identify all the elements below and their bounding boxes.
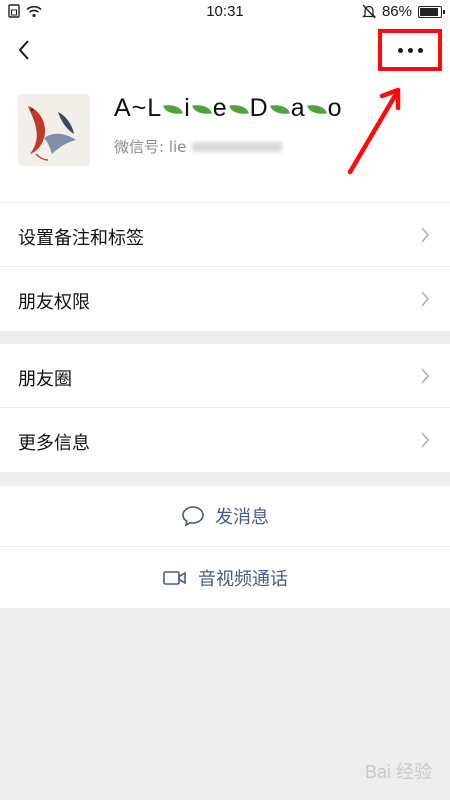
menu-item-friend-permissions[interactable]: 朋友权限 [0, 267, 450, 331]
chat-bubble-icon [182, 506, 204, 527]
chevron-left-icon[interactable] [14, 38, 36, 62]
more-dots-icon [397, 47, 403, 53]
wechat-id-redacted [192, 141, 283, 152]
menu-item-label: 朋友圈 [18, 369, 72, 390]
menu-item-label: 朋友权限 [18, 292, 90, 313]
name-part: a [290, 94, 306, 122]
leaf-icon [306, 102, 327, 117]
wechat-id-label: 微信号: lie [114, 138, 187, 156]
nav-bar [0, 24, 450, 80]
profile-header: A~L i e Da o 微信号: lie [0, 80, 450, 202]
watermark: Bai 经验 [364, 762, 432, 782]
leaf-icon [269, 102, 290, 117]
menu-item-moments[interactable]: 朋友圈 [0, 344, 450, 408]
chevron-right-icon [421, 368, 430, 384]
chevron-right-icon [421, 291, 430, 307]
status-right: 86% [361, 3, 445, 20]
leaf-icon [191, 102, 212, 117]
menu-group-settings: 设置备注和标签 朋友权限 [0, 203, 450, 331]
action-group: 发消息 音视频通话 [0, 486, 450, 608]
wechat-id: 微信号: lie [114, 136, 283, 157]
mute-bell-icon [361, 4, 376, 19]
avatar[interactable] [18, 94, 90, 166]
name-part: D [249, 94, 269, 122]
send-message-label: 发消息 [215, 507, 269, 528]
menu-item-label: 更多信息 [18, 433, 90, 454]
name-part: i [184, 94, 191, 122]
av-call-label: 音视频通话 [198, 568, 288, 590]
chevron-right-icon [421, 227, 430, 243]
av-call-button[interactable]: 音视频通话 [0, 547, 450, 608]
battery-icon [418, 5, 445, 18]
leaf-icon [163, 102, 184, 117]
send-message-button[interactable]: 发消息 [0, 486, 450, 547]
battery-percent: 86% [381, 3, 412, 20]
name-part: o [327, 94, 343, 122]
chevron-right-icon [421, 432, 430, 448]
more-dots-icon [407, 47, 413, 53]
leaf-icon [228, 102, 249, 117]
menu-item-more-info[interactable]: 更多信息 [0, 408, 450, 472]
name-part: e [212, 94, 228, 122]
status-bar: 10:31 86% [0, 0, 450, 24]
profile-name: A~L i e Da o [114, 94, 343, 123]
menu-item-label: 设置备注和标签 [18, 228, 144, 249]
video-camera-icon [163, 570, 186, 585]
name-part: A~L [114, 94, 163, 122]
menu-item-remarks-tags[interactable]: 设置备注和标签 [0, 203, 450, 267]
menu-group-info: 朋友圈 更多信息 [0, 344, 450, 472]
more-dots-icon [417, 47, 423, 53]
koi-fish-image [18, 94, 90, 166]
more-options-button[interactable] [378, 29, 442, 71]
